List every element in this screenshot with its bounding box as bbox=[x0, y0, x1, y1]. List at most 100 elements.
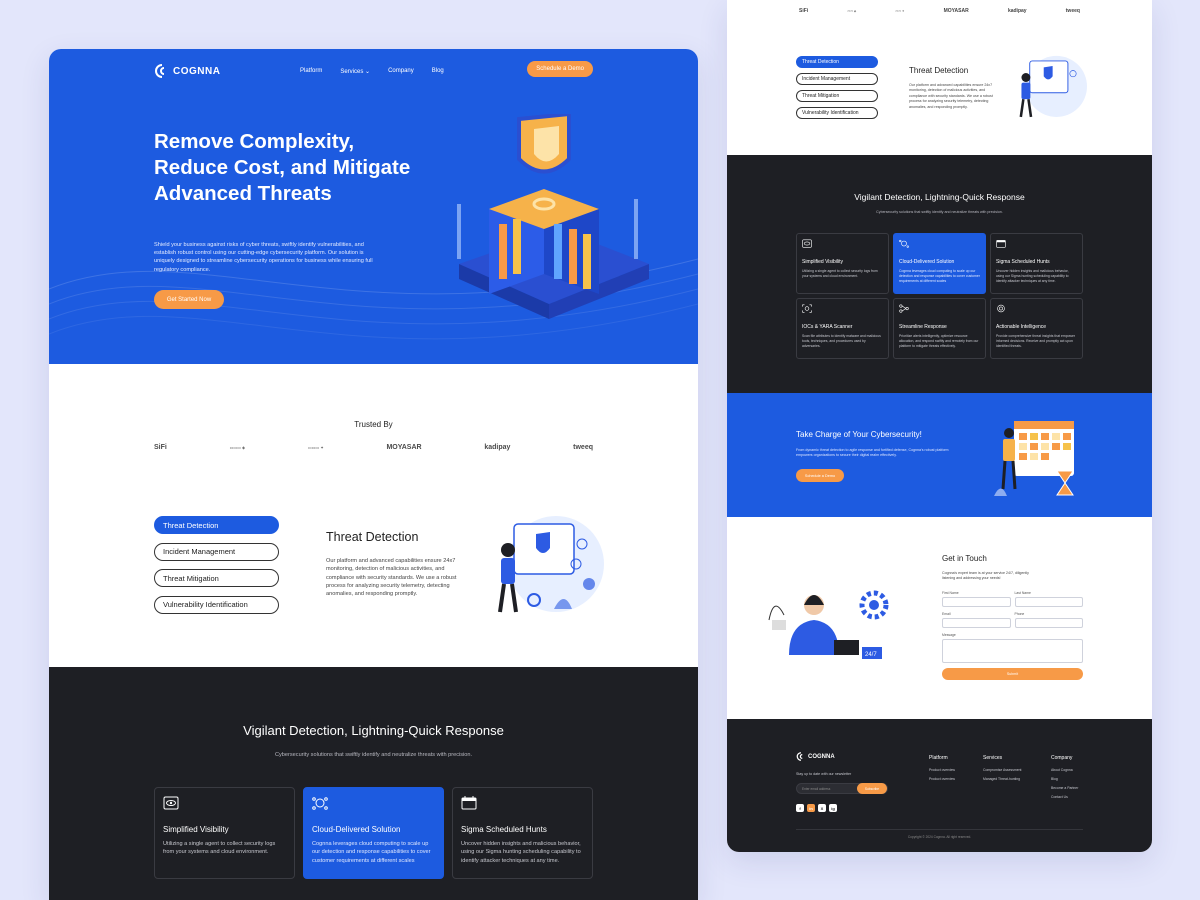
feature-card-desc: Cognna leverages cloud computing to scal… bbox=[899, 269, 980, 283]
footer-col-services: Services Compromise Assessment Managed T… bbox=[983, 755, 1021, 786]
footer-link[interactable]: Product overview bbox=[929, 768, 955, 772]
last-name-field[interactable] bbox=[1014, 597, 1083, 607]
flow-icon bbox=[899, 304, 909, 313]
nav-item-services-label: Services bbox=[340, 68, 364, 75]
feature-card[interactable]: Sigma Scheduled Hunts Uncover hidden ins… bbox=[452, 787, 593, 879]
newsletter-label: Stay up to date with our newsletter bbox=[796, 772, 852, 776]
nav-item-services[interactable]: Services ⌄ bbox=[340, 68, 370, 75]
footer: COGNNA Stay up to date with our newslett… bbox=[727, 719, 1152, 852]
phone-label: Phone bbox=[1014, 612, 1025, 616]
client-logo-2: ▭▭ ◈ bbox=[847, 9, 857, 13]
nav-item-platform[interactable]: Platform bbox=[300, 68, 322, 75]
email-field[interactable] bbox=[942, 618, 1011, 628]
feature-card[interactable]: Simplified Visibility Utilizing a single… bbox=[796, 233, 889, 294]
x-twitter-icon[interactable]: X bbox=[818, 804, 826, 812]
feature-title: Threat Detection bbox=[909, 66, 969, 75]
client-logos-small: SiFi ▭▭ ◈ ▭▭ ✦ MOYASAR kadipay tweeq bbox=[799, 8, 1080, 14]
tab-vulnerability-identification[interactable]: Vulnerability Identification bbox=[796, 107, 878, 119]
tab-incident-management[interactable]: Incident Management bbox=[154, 542, 279, 561]
threat-detection-illustration bbox=[498, 516, 604, 613]
feature-card-desc: Uncover hidden insights and malicious be… bbox=[996, 269, 1069, 283]
tab-threat-detection[interactable]: Threat Detection bbox=[154, 516, 279, 534]
footer-link[interactable]: Blog bbox=[1051, 777, 1078, 781]
brand-name: COGNNA bbox=[173, 65, 221, 77]
social-links: f in X ig bbox=[796, 804, 837, 812]
feature-card[interactable]: IOCs & YARA Scanner Scan file attributes… bbox=[796, 298, 889, 359]
feature-card-title: Streamline Response bbox=[899, 324, 947, 330]
client-logo-sifi: SiFi bbox=[799, 8, 809, 14]
first-name-field[interactable] bbox=[942, 597, 1011, 607]
feature-tabs: Threat Detection Incident Management Thr… bbox=[154, 516, 279, 614]
take-charge-title: Take Charge of Your Cybersecurity! bbox=[796, 430, 922, 439]
linkedin-icon[interactable]: in bbox=[807, 804, 815, 812]
schedule-demo-button[interactable]: Schedule a Demo bbox=[796, 469, 844, 482]
footer-link[interactable]: Compromise Assessment bbox=[983, 768, 1021, 772]
nav-item-company[interactable]: Company bbox=[388, 68, 414, 75]
feature-card-desc: Prioritize alerts intelligently, optimiz… bbox=[899, 334, 979, 348]
message-label: Message bbox=[942, 633, 956, 637]
feature-card[interactable]: Actionable Intelligence Provide comprehe… bbox=[990, 298, 1083, 359]
take-charge-banner: Take Charge of Your Cybersecurity! From … bbox=[727, 393, 1152, 517]
feature-card-active[interactable]: Cloud-Delivered Solution Cognna leverage… bbox=[893, 233, 986, 294]
calendar-icon bbox=[996, 240, 1006, 248]
take-charge-description: From dynamic threat detection to agile r… bbox=[796, 448, 949, 458]
client-logo-moyasar: MOYASAR bbox=[943, 8, 969, 14]
vigilant-subtitle: Cybersecurity solutions that swiftly ide… bbox=[876, 210, 1003, 214]
feature-card[interactable]: Streamline Response Prioritize alerts in… bbox=[893, 298, 986, 359]
nav-item-blog[interactable]: Blog bbox=[432, 68, 444, 75]
client-logo-3: ▭▭ ✦ bbox=[895, 9, 905, 13]
footer-link[interactable]: Product overview bbox=[929, 777, 955, 781]
client-logo-kadipay: kadipay bbox=[484, 444, 511, 451]
chevron-down-icon: ⌄ bbox=[365, 68, 371, 75]
tab-threat-detection[interactable]: Threat Detection bbox=[796, 56, 878, 68]
nav-links: Platform Services ⌄ Company Blog bbox=[300, 68, 444, 75]
tab-threat-mitigation[interactable]: Threat Mitigation bbox=[154, 569, 279, 587]
feature-card[interactable]: Simplified Visibility Utilizing a single… bbox=[154, 787, 295, 879]
tab-incident-management[interactable]: Incident Management bbox=[796, 73, 878, 85]
subscribe-button[interactable]: Subscribe bbox=[857, 783, 887, 794]
feature-description: Our platform and advanced capabilities e… bbox=[326, 558, 457, 598]
feature-card-title: Cloud-Delivered Solution bbox=[312, 825, 401, 834]
feature-cards: Simplified Visibility Utilizing a single… bbox=[796, 233, 1083, 359]
feature-description: Our platform and advanced capabilities e… bbox=[909, 83, 993, 109]
feature-card-title: Sigma Scheduled Hunts bbox=[461, 825, 547, 834]
feature-card-active[interactable]: Cloud-Delivered Solution Cognna leverage… bbox=[303, 787, 444, 879]
feature-tabs-small: Threat Detection Incident Management Thr… bbox=[796, 56, 878, 119]
footer-link[interactable]: Contact Us bbox=[1051, 795, 1078, 799]
footer-col-title: Services bbox=[983, 755, 1003, 761]
feature-card-title: Actionable Intelligence bbox=[996, 324, 1047, 330]
server-shield-illustration bbox=[457, 114, 649, 319]
tab-vulnerability-identification[interactable]: Vulnerability Identification bbox=[154, 595, 279, 614]
vigilant-title: Vigilant Detection, Lightning-Quick Resp… bbox=[243, 723, 504, 738]
copyright: Copyright © 2024 Cognna. All right reser… bbox=[907, 835, 972, 839]
footer-link[interactable]: Managed Threat-hunting bbox=[983, 777, 1021, 781]
scan-icon bbox=[802, 304, 812, 313]
client-logo-2: ▭▭▭ ◈ bbox=[229, 445, 246, 450]
footer-link[interactable]: Become a Partner bbox=[1051, 786, 1078, 790]
contact-description: Cognna's expert team is at your service … bbox=[942, 571, 1029, 581]
client-logo-moyasar: MOYASAR bbox=[386, 444, 422, 451]
footer-col-company: Company About Cognna Blog Become a Partn… bbox=[1051, 755, 1078, 804]
cognna-logo-icon bbox=[155, 64, 165, 78]
hero-section: COGNNA Platform Services ⌄ Company Blog … bbox=[49, 49, 698, 364]
support-agent-illustration: 24/7 bbox=[768, 590, 889, 659]
schedule-demo-button[interactable]: Schedule a Demo bbox=[527, 61, 593, 77]
feature-card[interactable]: Sigma Scheduled Hunts Uncover hidden ins… bbox=[990, 233, 1083, 294]
phone-field[interactable] bbox=[1014, 618, 1083, 628]
footer-col-title: Platform bbox=[929, 755, 948, 761]
submit-button[interactable]: Submit bbox=[942, 668, 1083, 680]
brand-logo[interactable]: COGNNA bbox=[154, 64, 220, 78]
footer-link[interactable]: About Cognna bbox=[1051, 768, 1078, 772]
feature-card-desc: Uncover hidden insights and malicious be… bbox=[461, 841, 581, 864]
facebook-icon[interactable]: f bbox=[796, 804, 804, 812]
cognna-logo-icon bbox=[796, 752, 803, 761]
calendar-hourglass-illustration bbox=[994, 421, 1074, 496]
client-logo-kadipay: kadipay bbox=[1007, 8, 1027, 14]
get-started-button[interactable]: Get Started Now bbox=[154, 290, 224, 309]
message-field[interactable] bbox=[942, 639, 1083, 663]
footer-brand-logo[interactable]: COGNNA bbox=[796, 752, 835, 761]
tab-threat-mitigation[interactable]: Threat Mitigation bbox=[796, 90, 878, 102]
instagram-icon[interactable]: ig bbox=[829, 804, 837, 812]
feature-card-title: IOCs & YARA Scanner bbox=[802, 324, 853, 330]
feature-title: Threat Detection bbox=[326, 530, 419, 544]
